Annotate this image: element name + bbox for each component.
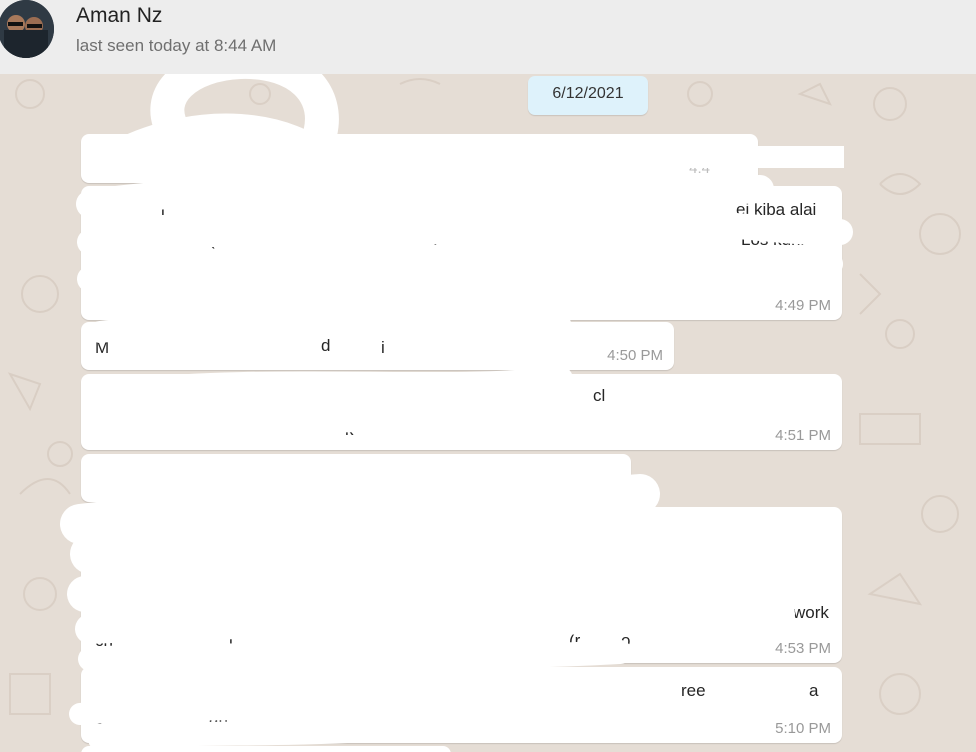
chat-header[interactable]: Aman Nz last seen today at 8:44 AM [0,0,976,75]
message-fragment: i [381,338,385,357]
message-fragment: c [331,573,340,592]
message-fragment: c [95,709,104,728]
message-fragment: cl [593,386,606,405]
message-fragment: a [803,571,813,590]
message-time: 4:49 PM [775,297,831,314]
message-fragment: I [95,200,100,219]
message-bubble[interactable]: I i ei kiba alai ( . Los kurii s t ( r t… [81,186,842,320]
message-bubble[interactable]: ev nc 4:52 PM [81,454,631,502]
message-time: 4:53 PM [775,640,831,657]
message-fragment: t [411,260,416,279]
message-fragment: i [161,200,165,219]
message-time: 4:4 [689,160,710,177]
message-fragment: e [651,150,661,169]
date-chip: 6/12/2021 [528,76,648,115]
message-fragment: t [243,260,248,279]
message-fragment: a [809,681,819,700]
message-fragment: . [433,230,438,249]
message-time: 4:52 PM [564,479,620,496]
contact-name[interactable]: Aman Nz [76,4,162,28]
message-bubble[interactable]: l n e 4:4 [81,134,758,183]
message-fragment: an [209,709,228,728]
message-fragment: a [231,416,241,435]
message-fragment: (r [569,631,581,650]
message-bubble[interactable]: rr c work ch j (r o a 4:53 PM [81,507,842,663]
message-bubble[interactable]: M d i 4:50 PM [81,322,674,370]
message-time: 5:10 PM [775,720,831,737]
message-fragment: ch [95,631,113,650]
message-fragment: j [229,631,233,650]
message-fragment: r [381,260,387,279]
message-fragment: s [153,260,162,279]
message-fragment: work [793,603,829,622]
message-time: 4:50 PM [607,347,663,364]
message-fragment: n [437,146,447,165]
message-fragment: T [95,388,106,407]
message-fragment: k [345,420,354,439]
message-fragment: o [621,631,631,650]
message-fragment: ree [681,681,706,700]
message-fragment: e [561,256,571,275]
message-fragment: ei kiba alai [736,200,817,219]
message-fragment: l [271,146,275,165]
message-fragment: ı ne ( [761,260,800,279]
message-fragment: Los kurii [741,230,805,249]
message-fragment: nc [409,470,427,489]
message-bubble[interactable]: ree a c an 5:10 PM [81,667,842,743]
message-fragment: ( [209,230,215,249]
message-fragment: rr [389,519,401,538]
chat-area[interactable]: 6/12/2021 l n e 4:4 I i ei kiba alai ( .… [0,74,976,752]
message-bubble-partial[interactable] [81,746,451,752]
message-bubble[interactable]: T cl a k 4:51 PM [81,374,842,450]
avatar[interactable] [0,0,54,58]
message-fragment: d [321,336,331,355]
last-seen-status: last seen today at 8:44 AM [76,36,277,55]
chevron-down-icon[interactable] [720,144,746,164]
message-fragment: M [95,338,110,357]
message-fragment: ( [327,260,333,279]
message-fragment: ev [241,470,259,489]
message-time: 4:51 PM [775,427,831,444]
